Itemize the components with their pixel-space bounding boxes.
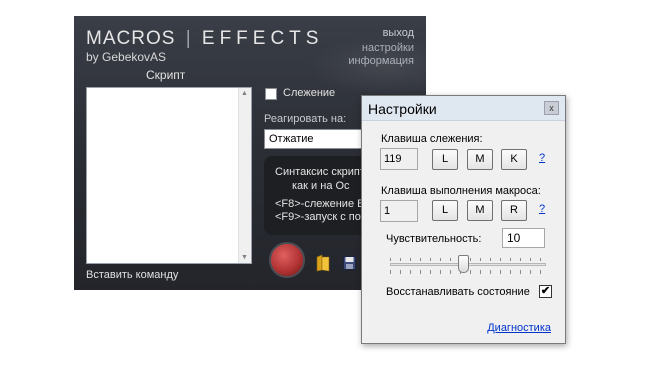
exec-key-label: Клавиша выполнения макроса: bbox=[381, 185, 541, 197]
exit-link[interactable]: выход bbox=[383, 27, 414, 39]
restore-state-checkbox[interactable]: ✔ bbox=[539, 285, 552, 298]
save-icon[interactable] bbox=[343, 256, 356, 270]
app-subtitle: by GebekovAS bbox=[86, 50, 167, 64]
tracking-key-button-l[interactable]: L bbox=[432, 149, 458, 170]
exec-key-code-field[interactable]: 1 bbox=[380, 200, 418, 222]
restore-state-label: Восстанавливать состояние bbox=[386, 286, 530, 298]
tracking-key-button-k[interactable]: K bbox=[501, 149, 527, 170]
syntax-line: Синтаксис скрипто bbox=[275, 166, 371, 178]
sensitivity-label: Чувствительность: bbox=[386, 233, 482, 245]
record-button[interactable] bbox=[269, 242, 305, 278]
syntax-line: <F8>-слежение В bbox=[275, 198, 365, 210]
scroll-down-icon[interactable]: ▼ bbox=[241, 254, 248, 261]
syntax-line: <F9>-запуск с по bbox=[275, 211, 361, 223]
tracking-checkbox[interactable] bbox=[265, 88, 277, 100]
tracking-key-label: Клавиша слежения: bbox=[381, 133, 483, 145]
settings-dialog: Настройки x Клавиша слежения: 119 L M K … bbox=[361, 95, 566, 344]
diagnostics-link[interactable]: Диагностика bbox=[487, 322, 551, 334]
close-button[interactable]: x bbox=[544, 101, 559, 115]
tracking-key-code-field[interactable]: 119 bbox=[380, 148, 418, 170]
exec-key-button-r[interactable]: R bbox=[501, 200, 527, 221]
react-on-select[interactable]: Отжатие bbox=[264, 129, 374, 149]
dialog-titlebar[interactable]: Настройки x bbox=[362, 96, 565, 121]
script-textarea[interactable]: ▲ ▼ bbox=[86, 87, 252, 264]
info-link[interactable]: информация bbox=[348, 55, 414, 67]
scroll-up-icon[interactable]: ▲ bbox=[241, 90, 248, 97]
app-title: MACROS | EFFECTS bbox=[86, 28, 323, 50]
exec-key-button-m[interactable]: M bbox=[467, 200, 493, 221]
settings-link[interactable]: настройки bbox=[362, 42, 414, 54]
script-label: Скрипт bbox=[146, 68, 186, 82]
tracking-key-button-m[interactable]: M bbox=[467, 149, 493, 170]
syntax-line: как и на Ос bbox=[292, 180, 350, 192]
tracking-label: Слежение bbox=[283, 87, 336, 99]
app-title-effects: EFFECTS bbox=[201, 28, 324, 49]
sensitivity-slider-thumb[interactable] bbox=[458, 255, 470, 273]
insert-command-link[interactable]: Вставить команду bbox=[86, 269, 178, 281]
react-on-label: Реагировать на: bbox=[264, 113, 347, 125]
tracking-key-help-link[interactable]: ? bbox=[539, 152, 545, 164]
exec-key-button-l[interactable]: L bbox=[432, 200, 458, 221]
title-separator: | bbox=[185, 28, 192, 49]
dialog-title: Настройки bbox=[368, 101, 437, 117]
exec-key-help-link[interactable]: ? bbox=[539, 203, 545, 215]
app-title-macros: MACROS bbox=[86, 28, 176, 49]
script-scrollbar[interactable]: ▲ ▼ bbox=[238, 88, 251, 263]
open-folder-icon[interactable] bbox=[316, 254, 330, 272]
sensitivity-input[interactable]: 10 bbox=[502, 228, 545, 248]
